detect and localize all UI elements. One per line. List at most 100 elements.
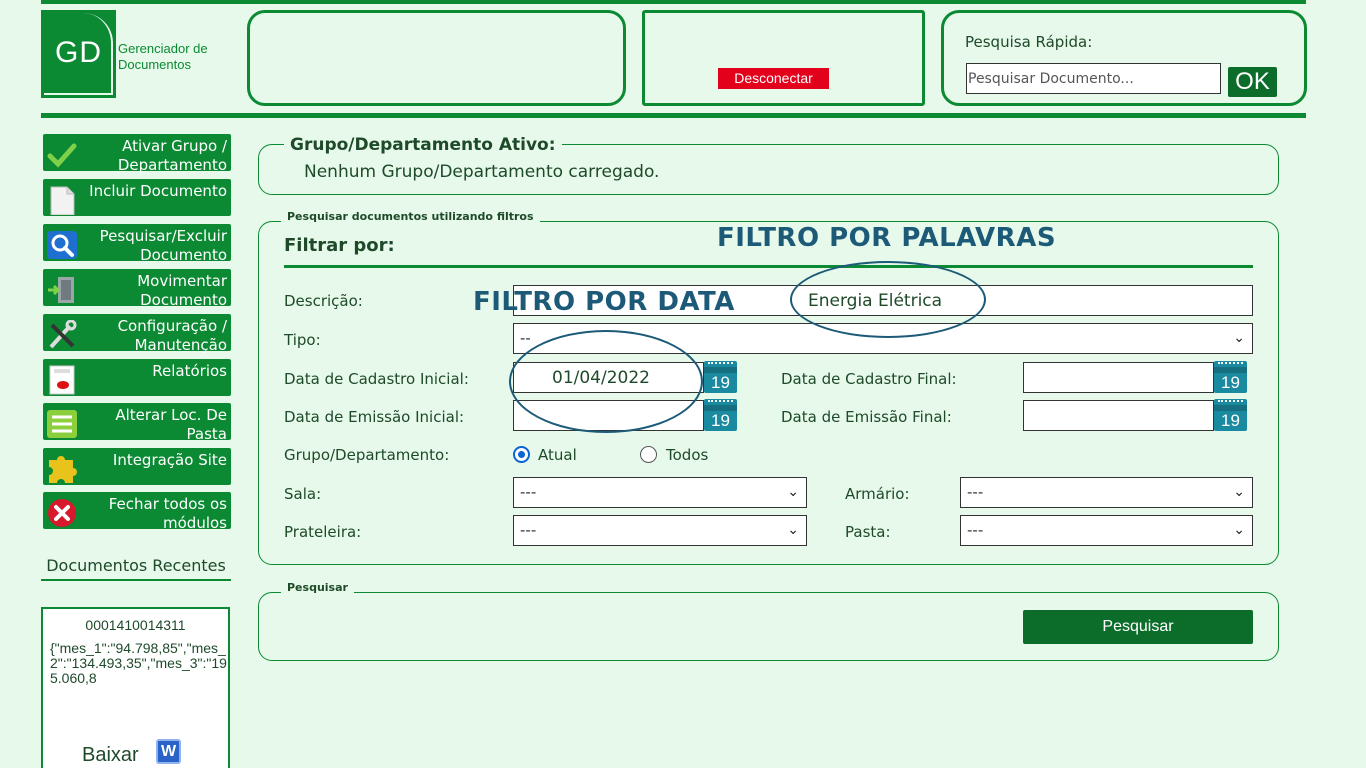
sidebar-item-relatorios[interactable]: Relatórios: [41, 357, 233, 398]
prateleira-select[interactable]: --- ⌄: [513, 515, 807, 546]
app-title-line1: Gerenciador de: [118, 41, 208, 56]
download-link[interactable]: Baixar: [82, 744, 139, 767]
active-group-legend: Grupo/Departamento Ativo:: [284, 135, 562, 155]
move-document-icon: [48, 277, 74, 303]
sidebar-item-label: Departamento: [117, 156, 227, 174]
filters-title: Filtrar por:: [284, 235, 395, 256]
search-button[interactable]: Pesquisar: [1023, 610, 1253, 644]
quick-search-ok-button[interactable]: OK: [1228, 67, 1277, 97]
pasta-label: Pasta:: [845, 523, 891, 541]
sala-selected-value: ---: [520, 483, 537, 501]
close-icon: [48, 499, 76, 527]
header-divider: [41, 113, 1306, 118]
radio-atual[interactable]: [513, 446, 530, 463]
sidebar-item-label: Incluir Documento: [89, 182, 227, 200]
armario-selected-value: ---: [967, 483, 984, 501]
prateleira-label: Prateleira:: [284, 523, 362, 541]
report-icon: [49, 365, 75, 395]
calendar-icon[interactable]: 19: [1214, 399, 1247, 431]
radio-atual-label[interactable]: Atual: [538, 446, 577, 464]
sidebar-item-ativar-grupo[interactable]: Ativar Grupo / Departamento: [41, 132, 233, 174]
armario-select[interactable]: --- ⌄: [960, 477, 1253, 508]
emissao-final-label: Data de Emissão Final:: [781, 408, 952, 426]
puzzle-icon: [49, 456, 77, 483]
sidebar-item-fechar-modulos[interactable]: Fechar todos os módulos: [41, 490, 233, 532]
cadastro-inicial-label: Data de Cadastro Inicial:: [284, 370, 469, 388]
sidebar-item-integracao-site[interactable]: Integração Site: [41, 446, 233, 487]
filters-legend: Pesquisar documentos utilizando filtros: [281, 210, 540, 223]
app-logo: GD: [41, 10, 116, 98]
radio-todos-label[interactable]: Todos: [666, 446, 708, 464]
cadastro-inicial-input[interactable]: [513, 362, 704, 393]
top-divider: [41, 0, 1306, 4]
app-title-line2: Documentos: [118, 57, 191, 72]
recent-document-preview: {"mes_1":"94.798,85","mes_2":"134.493,35…: [50, 640, 227, 686]
pasta-selected-value: ---: [967, 521, 984, 539]
armario-label: Armário:: [845, 485, 910, 503]
app-title: Gerenciador de Documentos: [118, 41, 208, 73]
sidebar-item-label: Fechar todos os: [108, 495, 227, 513]
sidebar-item-label: Pasta: [186, 425, 227, 443]
emissao-inicial-label: Data de Emissão Inicial:: [284, 408, 465, 426]
chevron-down-icon: ⌄: [1233, 330, 1245, 346]
sidebar-item-label: Configuração /: [117, 317, 227, 335]
magnifier-icon: [47, 231, 77, 259]
document-icon: [50, 186, 75, 215]
sidebar-item-label: Documento: [140, 246, 227, 264]
header-panel-1: [247, 10, 626, 106]
radio-todos[interactable]: [640, 446, 657, 463]
calendar-icon[interactable]: 19: [704, 361, 737, 393]
annotation-date-filter: FILTRO POR DATA: [473, 287, 735, 317]
chevron-down-icon: ⌄: [787, 522, 799, 538]
annotation-words-filter: FILTRO POR PALAVRAS: [717, 223, 1057, 253]
emissao-inicial-input[interactable]: [513, 400, 704, 431]
tipo-label: Tipo:: [284, 331, 321, 349]
sidebar-item-label: Integração Site: [112, 451, 227, 469]
prateleira-selected-value: ---: [520, 521, 537, 539]
recent-documents-title: Documentos Recentes: [41, 556, 231, 581]
sala-label: Sala:: [284, 485, 322, 503]
chevron-down-icon: ⌄: [1233, 522, 1245, 538]
sidebar-item-label: módulos: [163, 514, 227, 532]
sala-select[interactable]: --- ⌄: [513, 477, 807, 508]
active-group-message: Nenhum Grupo/Departamento carregado.: [304, 162, 660, 182]
emissao-final-input[interactable]: [1023, 400, 1214, 431]
sidebar-item-label: Manutenção: [134, 336, 227, 354]
recent-document-card: 0001410014311 {"mes_1":"94.798,85","mes_…: [41, 607, 230, 768]
sidebar-item-label: Alterar Loc. De: [115, 406, 227, 424]
sidebar-item-label: Pesquisar/Excluir: [99, 227, 227, 245]
sidebar-item-label: Relatórios: [152, 362, 227, 380]
tipo-select[interactable]: -- ⌄: [513, 323, 1253, 354]
checkmark-icon: [47, 143, 77, 168]
sidebar-item-pesquisar-excluir[interactable]: Pesquisar/Excluir Documento: [41, 222, 233, 264]
tools-icon: [49, 320, 77, 349]
sidebar-item-label: Ativar Grupo /: [122, 137, 227, 155]
calendar-icon[interactable]: 19: [1214, 361, 1247, 393]
descricao-label: Descrição:: [284, 292, 363, 310]
sidebar-item-label: Documento: [140, 291, 227, 309]
calendar-icon[interactable]: 19: [704, 399, 737, 431]
recent-document-code: 0001410014311: [85, 617, 186, 633]
sidebar-item-movimentar[interactable]: Movimentar Documento: [41, 267, 233, 309]
cadastro-final-label: Data de Cadastro Final:: [781, 370, 957, 388]
sidebar-item-label: Movimentar: [137, 272, 227, 290]
quick-search-label: Pesquisa Rápida:: [965, 33, 1093, 51]
list-icon: [47, 410, 77, 438]
grupo-label: Grupo/Departamento:: [284, 446, 450, 464]
disconnect-button[interactable]: Desconectar: [718, 68, 829, 89]
cadastro-final-input[interactable]: [1023, 362, 1214, 393]
sidebar-item-configuracao[interactable]: Configuração / Manutenção: [41, 312, 233, 354]
logo-text: GD: [55, 36, 102, 69]
filters-divider: [284, 265, 1253, 268]
chevron-down-icon: ⌄: [1233, 484, 1245, 500]
quick-search-input[interactable]: [966, 63, 1221, 94]
sidebar-item-incluir-documento[interactable]: Incluir Documento: [41, 177, 233, 218]
pasta-select[interactable]: --- ⌄: [960, 515, 1253, 546]
filters-panel: [258, 221, 1279, 565]
word-document-icon[interactable]: W: [156, 739, 181, 764]
chevron-down-icon: ⌄: [787, 484, 799, 500]
sidebar-item-alterar-loc[interactable]: Alterar Loc. De Pasta: [41, 401, 233, 443]
search-legend: Pesquisar: [281, 581, 354, 594]
header-panel-2: [642, 10, 925, 106]
tipo-selected-value: --: [520, 329, 531, 347]
